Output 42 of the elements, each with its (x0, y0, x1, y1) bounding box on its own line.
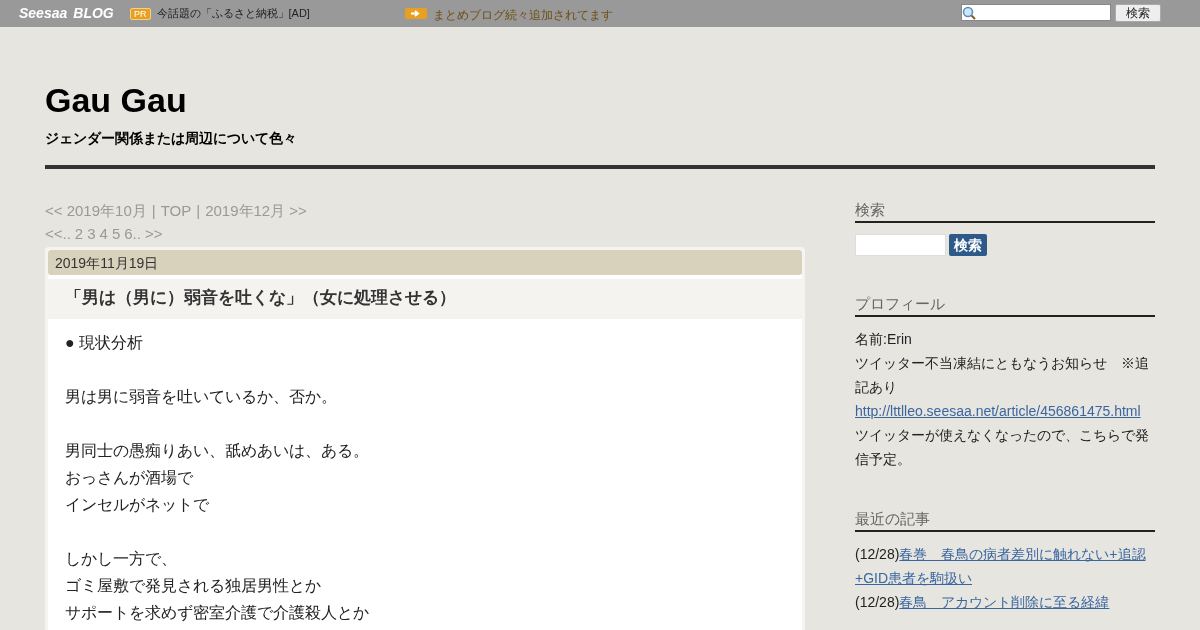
page-link[interactable]: >> (144, 222, 163, 245)
blog-subtitle: ジェンダー関係または周辺について色々 (45, 129, 298, 148)
search-field[interactable] (961, 4, 1111, 21)
post-date: 2019年11月19日 (48, 250, 802, 275)
blog-title[interactable]: Gau Gau (45, 80, 1155, 120)
page-link[interactable]: 2 (74, 222, 84, 245)
profile-text: ツイッターが使えなくなったので、こちらで発信予定。 (855, 426, 1150, 469)
body-text: 男同士の愚痴りあい、舐めあいは、ある。 (65, 441, 370, 461)
pr-badge: PR (130, 7, 151, 20)
separator: | (196, 201, 201, 221)
recent-article-entry[interactable]: (12/28)春巻 春鳥の病者差別に触れない+追認+GID患者を駒扱い (855, 542, 1155, 590)
body-text: 男は男に弱音を吐いているか、否か。 (65, 387, 338, 407)
notice-link[interactable]: まとめブログ続々追加されてます (433, 6, 613, 24)
body-text: ゴミ屋敷で発見される独居男性とか (65, 576, 322, 596)
page-link[interactable]: <<.. (45, 222, 71, 245)
ad-link[interactable]: 今話題の「ふるさと納税」[AD] (156, 5, 310, 22)
search-icon (962, 5, 976, 20)
body-text: ● 現状分析 (65, 333, 145, 353)
month-link[interactable]: 2019年12月 >> (205, 199, 307, 222)
sidebar-heading: 最近の記事 (855, 509, 1155, 532)
sidebar-heading: プロフィール (855, 294, 1155, 317)
body-text: しかし一方で、 (65, 549, 178, 569)
sidebar-heading: 検索 (855, 200, 1155, 223)
month-link[interactable]: << 2019年10月 (45, 199, 147, 222)
month-link[interactable]: TOP (160, 199, 192, 222)
profile-text: ツイッター不当凍結にともなうお知らせ ※追記あり (855, 354, 1150, 397)
seesaa-blog-logo[interactable]: Seesaa BLOG (19, 3, 115, 24)
recent-article-entry[interactable]: (12/28)春鳥 アカウント削除に至る経緯 (855, 590, 1155, 614)
search-button[interactable]: 検索 (1115, 4, 1161, 22)
post-title[interactable]: 「男は（男に）弱音を吐くな」（女に処理させる） (48, 279, 802, 319)
separator: | (151, 201, 156, 221)
page-link[interactable]: 5 (111, 222, 121, 245)
sidebar-search-field[interactable] (855, 234, 946, 256)
body-text: サポートを求めず密室介護で介護殺人とか (65, 603, 370, 623)
sidebar-search-button[interactable]: 検索 (949, 234, 987, 256)
profile-link[interactable]: http://lttlleo.seesaa.net/article/456861475.html (855, 399, 1155, 423)
body-text: インセルがネットで (65, 495, 210, 515)
profile-text: 名前:Erin (855, 330, 913, 349)
page-link[interactable]: 4 (99, 222, 108, 245)
body-text: おっさんが酒場で (65, 468, 194, 488)
page-link[interactable]: 3 (87, 222, 96, 245)
page-link[interactable]: 6.. (124, 222, 141, 245)
